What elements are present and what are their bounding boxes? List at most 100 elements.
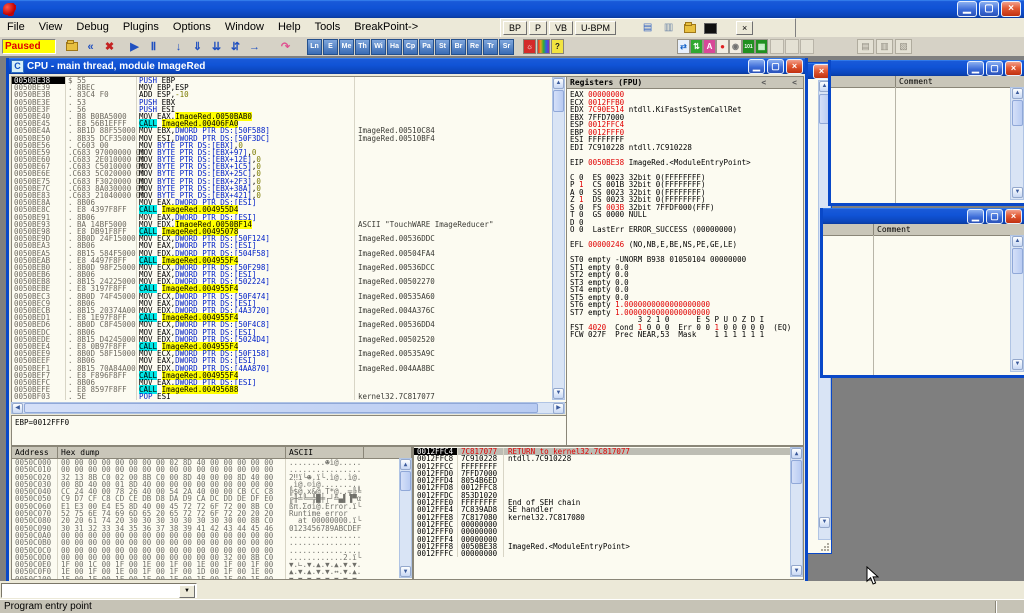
record-icon[interactable]: ●	[716, 39, 729, 54]
toolbar-button-tr[interactable]: Tr	[483, 39, 498, 55]
menu-item-help[interactable]: Help	[271, 18, 308, 33]
dump-header-address[interactable]: Address	[12, 447, 58, 458]
minimize-button[interactable]: ▁	[957, 1, 977, 17]
layout-icon[interactable]: ▧	[895, 39, 912, 54]
dump-header-ascii[interactable]: ASCII	[286, 447, 364, 458]
disasm-row[interactable]: 0050BE83.C683 21040000 00MOV BYTE PTR DS…	[12, 192, 566, 199]
disassembly-hscrollbar[interactable]: ◀ ▶	[11, 402, 565, 414]
console-icon[interactable]	[703, 22, 718, 35]
command-input[interactable]	[2, 590, 4, 599]
toolbar-button-e[interactable]: E	[323, 39, 338, 55]
menu-item-view[interactable]: View	[32, 18, 70, 33]
animate-over-icon[interactable]: ⇵	[226, 39, 245, 54]
stack-scrollbar[interactable]: ▲ ▼	[790, 447, 803, 577]
plugin-button-vb[interactable]: VB	[549, 21, 573, 35]
menu-item-window[interactable]: Window	[218, 18, 271, 33]
pause-icon[interactable]: Ⅱ	[144, 39, 163, 54]
menu-item-debug[interactable]: Debug	[69, 18, 115, 33]
disasm-row[interactable]: 0050BEB0.8B0D 98F25000MOV ECX,DWORD PTR …	[12, 264, 566, 271]
plugin-button-u-bpm[interactable]: U-BPM	[575, 21, 616, 35]
assemble-icon[interactable]: A	[703, 39, 716, 54]
collapse-icon[interactable]: <	[761, 77, 792, 88]
disasm-row[interactable]: 0050BE38$55PUSH EBP	[12, 77, 566, 84]
menu-item-tools[interactable]: Tools	[308, 18, 348, 33]
snapshot-icon[interactable]: ◉	[729, 39, 742, 54]
toolbar-button-pa[interactable]: Pa	[419, 39, 434, 55]
goto-icon[interactable]: ↷	[276, 39, 295, 54]
toolbar-button-ha[interactable]: Ha	[387, 39, 402, 55]
folder-icon[interactable]	[682, 22, 697, 35]
execute-till-return-icon[interactable]: →	[245, 39, 264, 54]
dump-row[interactable]: 0050C1001F 00 1F 00 1F 00 1F 00 1F 00 1F…	[12, 576, 412, 580]
log-icon[interactable]: ▥	[661, 22, 676, 35]
disasm-row[interactable]: 0050BEFE.E8 8597F8FFCALL ImageRed.004956…	[12, 386, 566, 393]
command-combobox[interactable]: ▼	[1, 583, 197, 598]
windows-list-icon[interactable]: ▤	[857, 39, 874, 54]
maximize-button[interactable]: ▢	[986, 61, 1003, 76]
collapse-icon[interactable]: <	[792, 77, 803, 88]
register-line[interactable]: EDI 7C910228 ntdll.7C910228	[570, 144, 803, 152]
resize-grip[interactable]	[819, 541, 831, 553]
breakpoints-list-icon[interactable]: ▥	[876, 39, 893, 54]
register-line[interactable]: T 0 GS 0000 NULL	[570, 211, 803, 219]
toolbar-button-me[interactable]: Me	[339, 39, 354, 55]
toolbar-button-th[interactable]: Th	[355, 39, 370, 55]
dump-header-hex-dump[interactable]: Hex dump	[58, 447, 286, 458]
numbers-icon[interactable]: 101	[742, 39, 755, 54]
close-button[interactable]: ×	[1001, 1, 1021, 17]
disasm-row[interactable]: 0050BED6.8B0D C8F45000MOV ECX,DWORD PTR …	[12, 321, 566, 328]
comment-window-middle-titlebar[interactable]: ▁ ▢ ×	[823, 208, 1024, 224]
register-line[interactable]: EFL 00000246 (NO,NB,E,BE,NS,PE,GE,LE)	[570, 241, 803, 249]
sync-icon[interactable]: ⇄	[677, 39, 690, 54]
update-icon[interactable]: ⇅	[690, 39, 703, 54]
maximize-button[interactable]: ▢	[986, 209, 1003, 224]
disasm-row[interactable]: 0050BF03.5EPOP ESIkernel32.7C817077	[12, 393, 566, 400]
comment-top-scrollbar[interactable]: ▲ ▼	[1010, 87, 1024, 200]
menu-item-file[interactable]: File	[0, 18, 32, 33]
animate-into-icon[interactable]: ⇊	[207, 39, 226, 54]
minimize-button[interactable]: ▁	[748, 59, 765, 74]
disasm-row[interactable]: 0050BE9D.8B0D 24F15000MOV ECX,DWORD PTR …	[12, 235, 566, 242]
screen-icon[interactable]: ▦	[755, 39, 768, 54]
disassembly-vscrollbar[interactable]: ▲ ▼	[552, 77, 565, 400]
close-button[interactable]: ×	[1005, 209, 1022, 224]
cpu-window-titlebar[interactable]: C CPU - main thread, module ImageRed ▁ ▢…	[9, 58, 805, 74]
disasm-row[interactable]: 0050BE3E.53PUSH EBX	[12, 99, 566, 106]
register-line[interactable]: O 0 LastErr ERROR_SUCCESS (00000000)	[570, 226, 803, 234]
step-over-icon[interactable]: ⇓	[188, 39, 207, 54]
disasm-row[interactable]: 0050BE8C.E8 4397F8FFCALL ImageRed.004955…	[12, 206, 566, 213]
plugin-button-p[interactable]: P	[529, 21, 547, 35]
stack-row[interactable]: 0012FFFC00000000	[414, 550, 803, 557]
menu-item-breakpoint[interactable]: BreakPoint->	[347, 18, 425, 33]
step-into-icon[interactable]: ↓	[169, 39, 188, 54]
close-button[interactable]: ×	[1005, 61, 1022, 76]
dump-header-extra[interactable]	[364, 447, 412, 458]
help-icon[interactable]: ?	[551, 39, 564, 54]
close-button[interactable]: ×	[786, 59, 803, 74]
comment-middle-scrollbar[interactable]: ▲ ▼	[1010, 235, 1024, 372]
dropdown-icon[interactable]: ▼	[179, 585, 195, 598]
notepad-icon[interactable]: ▤	[640, 22, 655, 35]
minimize-button[interactable]: ▁	[967, 61, 984, 76]
comment-window-top-titlebar[interactable]: ▁ ▢ ×	[831, 60, 1024, 76]
toolbar-button-re[interactable]: Re	[467, 39, 482, 55]
dump-scrollbar[interactable]: ▲ ▼	[399, 458, 412, 578]
toolbar-button-cp[interactable]: Cp	[403, 39, 418, 55]
toolbar-button-sr[interactable]: Sr	[499, 39, 514, 55]
plugin-close-button[interactable]: ×	[736, 21, 753, 35]
minimize-button[interactable]: ▁	[967, 209, 984, 224]
register-line[interactable]: FCW 027F Prec NEAR,53 Mask 1 1 1 1 1 1	[570, 331, 803, 339]
disasm-row[interactable]: 0050BE3B.83C4 F0ADD ESP,-10	[12, 91, 566, 98]
toolbar-button-wi[interactable]: Wi	[371, 39, 386, 55]
close-program-icon[interactable]: ✖	[100, 39, 119, 54]
disasm-row[interactable]: 0050BEF7.E8 F896F8FFCALL ImageRed.004955…	[12, 372, 566, 379]
disasm-row[interactable]: 0050BEE9.8B0D 58F15000MOV ECX,DWORD PTR …	[12, 350, 566, 357]
options-icon[interactable]: ☼	[523, 39, 536, 54]
toolbar-button-ln[interactable]: Ln	[307, 39, 322, 55]
toolbar-button-br[interactable]: Br	[451, 39, 466, 55]
restore-button[interactable]: ▢	[767, 59, 784, 74]
menu-item-options[interactable]: Options	[166, 18, 218, 33]
disasm-row[interactable]: 0050BEC3.8B0D 74F45000MOV ECX,DWORD PTR …	[12, 293, 566, 300]
plugin-button-bp[interactable]: BP	[503, 21, 527, 35]
toolbar-button-st[interactable]: St	[435, 39, 450, 55]
